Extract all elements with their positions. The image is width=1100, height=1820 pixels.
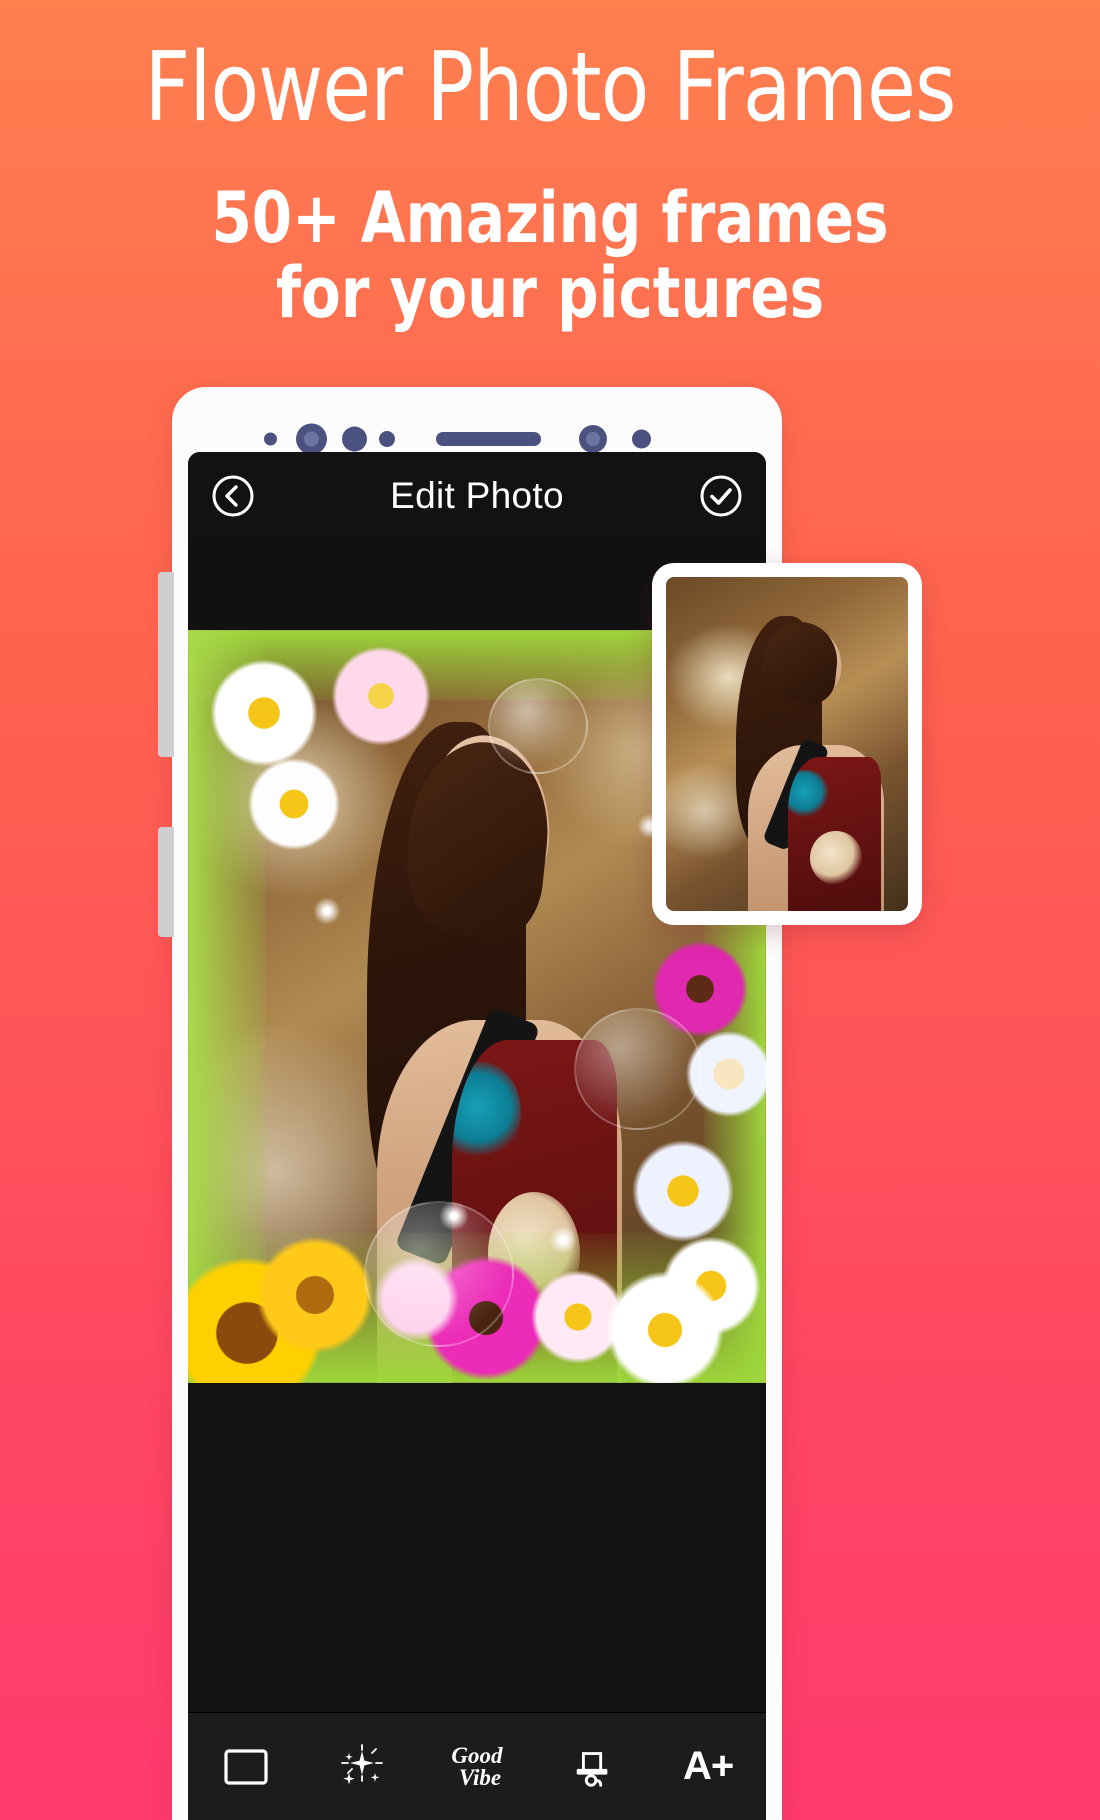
text-add-icon: A+ bbox=[683, 1744, 734, 1788]
good-vibe-script-icon: Good Vibe bbox=[451, 1742, 503, 1790]
promo-subtitle-line1: 50+ Amazing frames bbox=[211, 176, 889, 259]
app-title: Edit Photo bbox=[390, 475, 564, 516]
tab-text[interactable]: A+ bbox=[662, 1731, 754, 1803]
tab-stickers[interactable] bbox=[547, 1731, 639, 1803]
sensor-dot-small-2 bbox=[379, 431, 395, 447]
circle-check-icon bbox=[700, 475, 742, 517]
tab-effects[interactable] bbox=[315, 1731, 407, 1803]
portrait-subject bbox=[361, 722, 627, 1383]
page-title: Flower Photo Frames bbox=[144, 33, 957, 143]
app-header-bar: Edit Photo bbox=[188, 452, 766, 540]
top-hat-monocle-icon bbox=[576, 1751, 607, 1787]
preview-portrait-subject bbox=[735, 604, 894, 911]
earpiece-speaker bbox=[436, 432, 541, 446]
sensor-dot-right-2 bbox=[632, 429, 651, 449]
volume-button[interactable] bbox=[158, 572, 174, 757]
power-button[interactable] bbox=[158, 827, 174, 937]
tab-frames[interactable] bbox=[200, 1731, 292, 1803]
promo-subtitle: 50+ Amazing frames for your pictures bbox=[44, 176, 1056, 334]
tab-overlays[interactable]: Good Vibe bbox=[431, 1731, 523, 1803]
preview-image bbox=[666, 577, 908, 911]
sparkle-magic-icon bbox=[341, 1743, 384, 1784]
promo-header: Flower Photo Frames 50+ Amazing frames f… bbox=[0, 0, 1100, 331]
overlay-label-line1: Good bbox=[451, 1742, 503, 1768]
phone-sensor-row bbox=[172, 423, 782, 455]
sensor-dot-small-1 bbox=[264, 432, 277, 446]
promo-subtitle-line2: for your pictures bbox=[275, 251, 825, 334]
editor-toolbar: Good Vibe A+ bbox=[188, 1712, 766, 1820]
sensor-dot-right-1 bbox=[579, 425, 607, 453]
front-camera bbox=[342, 426, 367, 452]
confirm-button[interactable] bbox=[698, 473, 744, 519]
original-photo-preview[interactable] bbox=[652, 563, 922, 925]
picture-frame-icon bbox=[224, 1748, 268, 1785]
overlay-label-line2: Vibe bbox=[458, 1764, 502, 1790]
proximity-sensor bbox=[296, 423, 327, 455]
